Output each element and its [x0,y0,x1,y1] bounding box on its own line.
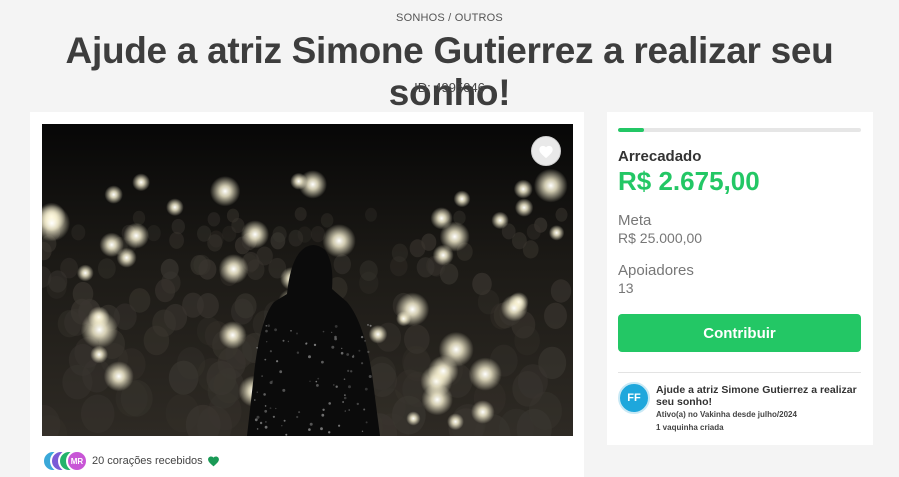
goal-label: Meta [618,212,652,229]
campaign-id: ID: 4995046 [414,80,485,95]
supporters-value: 13 [618,280,634,296]
campaign-photo [42,124,573,436]
goal-value: R$ 25.000,00 [618,230,703,246]
creator-campaign-name[interactable]: Ajude a atriz Simone Gutierrez a realiza… [656,384,861,408]
media-card: MR 20 corações recebidos [30,112,584,477]
divider [618,372,861,373]
progress-fill [618,128,644,132]
hearts-received-row: MR 20 corações recebidos [42,450,220,472]
supporters-label: Apoiadores [618,262,694,279]
avatar: MR [66,450,88,472]
heart-icon [539,145,553,158]
progress-bar [618,128,861,132]
green-heart-icon [207,455,220,467]
raised-value: R$ 2.675,00 [618,166,760,196]
creator-card[interactable]: FF Ajude a atriz Simone Gutierrez a real… [618,382,861,434]
hearts-count: 20 corações recebidos [92,455,203,467]
category-breadcrumb[interactable]: SONHOS / OUTROS [0,12,899,24]
creator-active-since: Ativo(a) no Vakinha desde julho/2024 [656,410,797,419]
creator-info: Ajude a atriz Simone Gutierrez a realiza… [656,384,861,434]
favorite-button[interactable] [531,136,561,166]
contribute-button[interactable]: Contribuir [618,314,861,352]
supporter-avatars: MR [42,450,88,472]
creator-avatar[interactable]: FF [618,382,650,414]
raised-label: Arrecadado [618,148,702,165]
creator-campaigns-count: 1 vaquinha criada [656,423,724,432]
page-title: Ajude a atriz Simone Gutierrez a realiza… [65,30,834,113]
donation-panel: Arrecadado R$ 2.675,00 Meta R$ 25.000,00… [607,112,873,445]
